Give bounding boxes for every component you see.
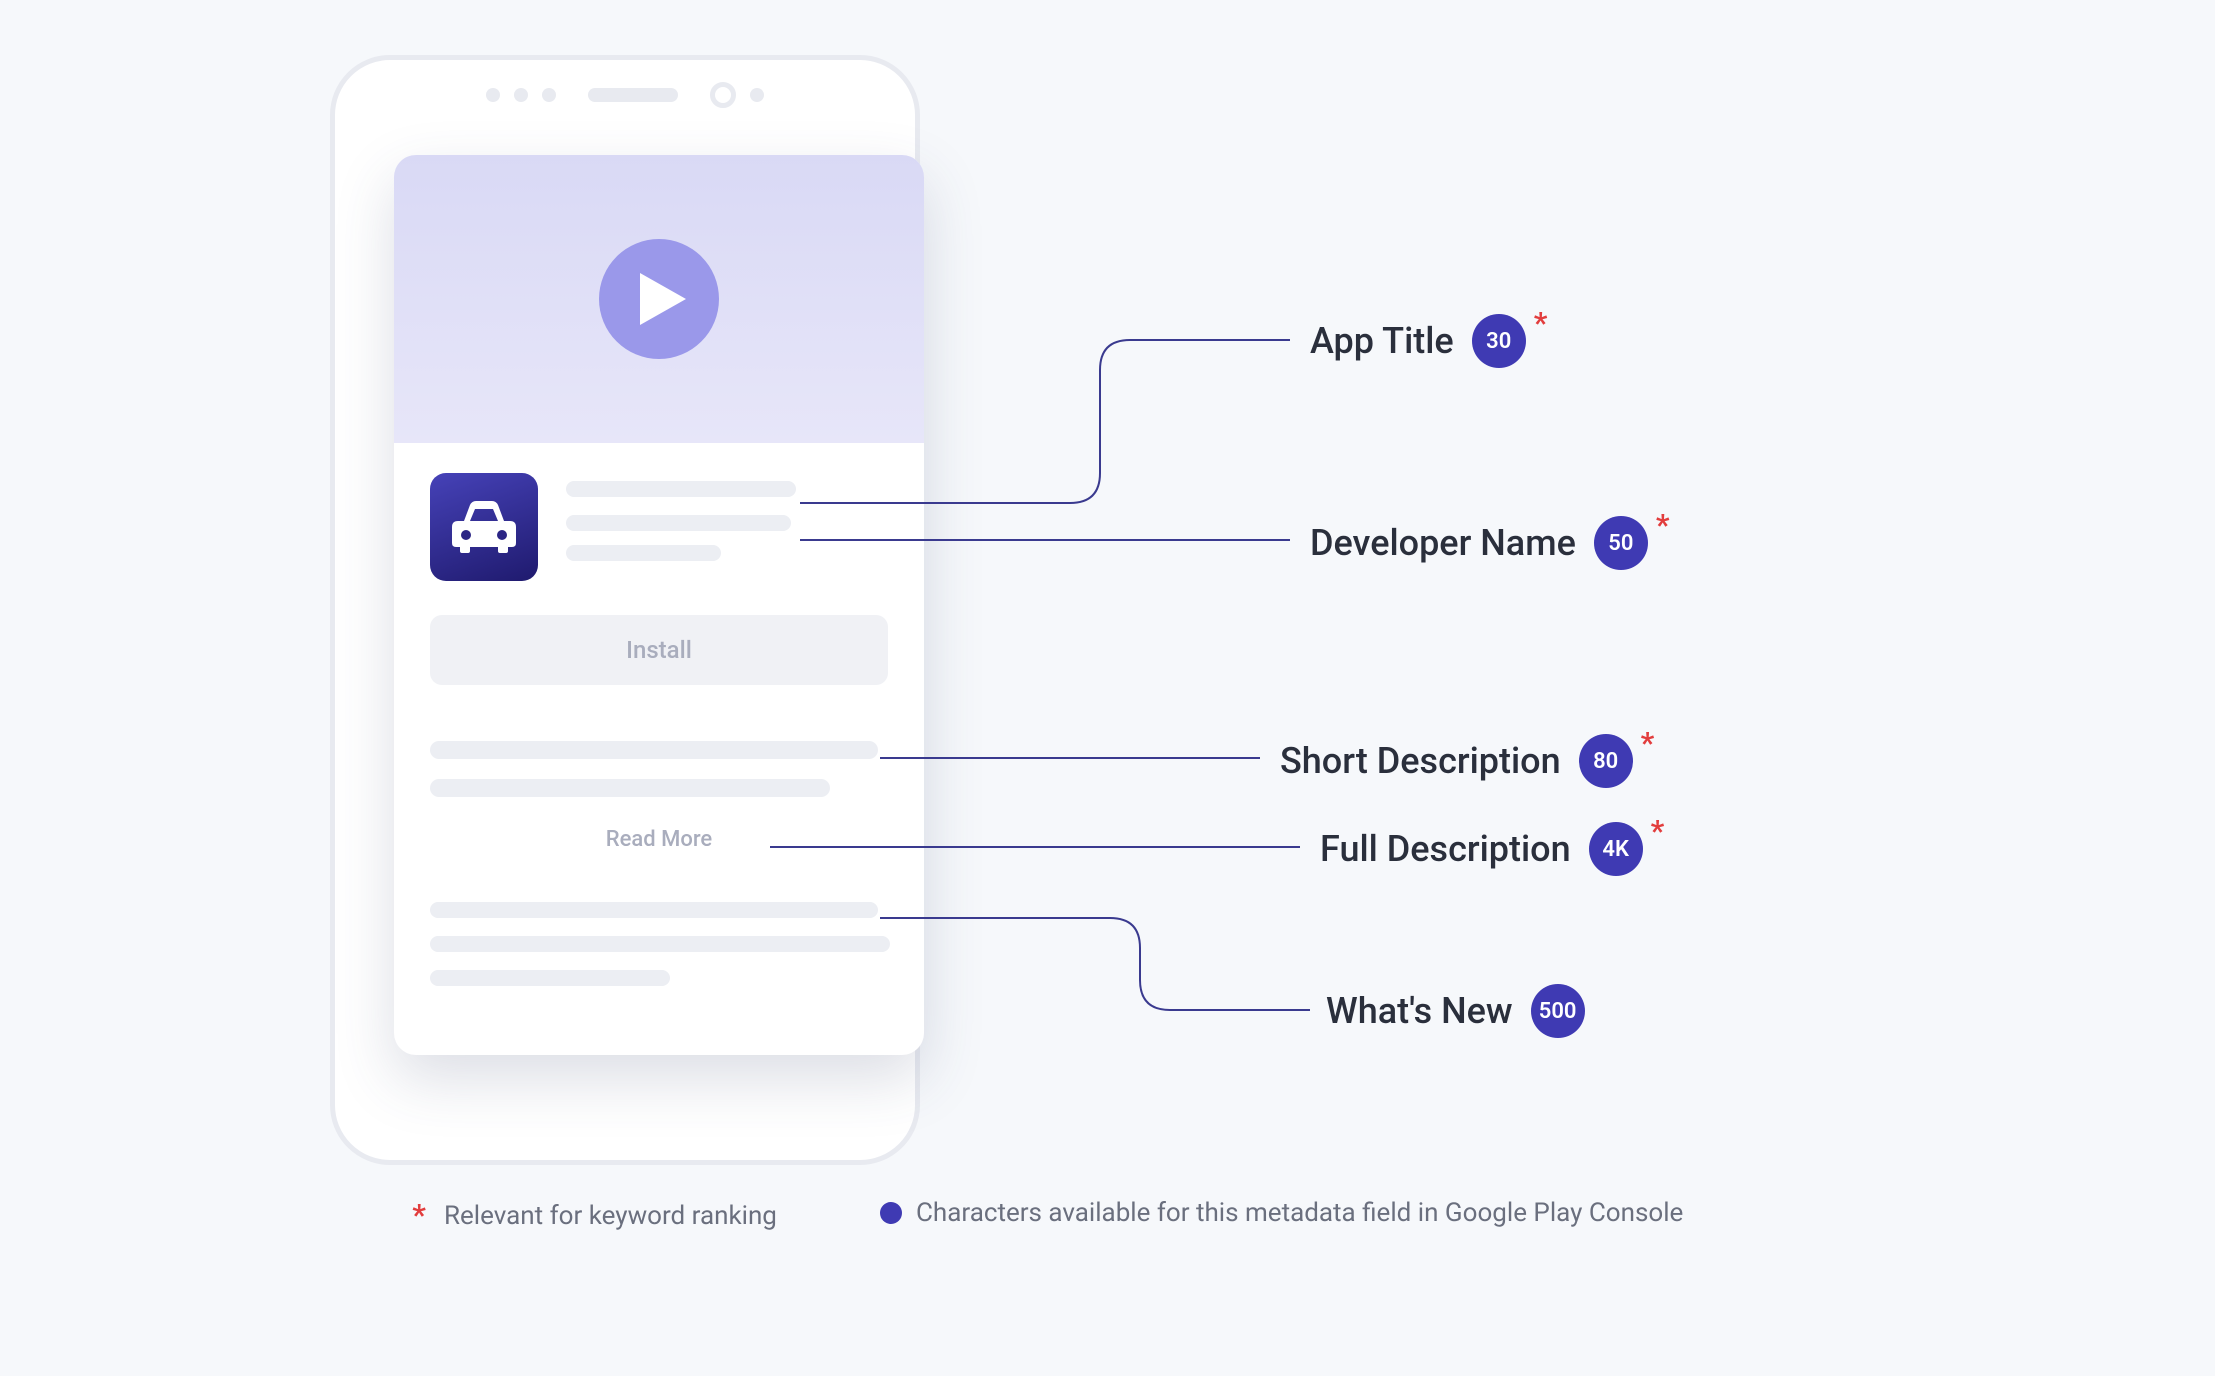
app-meta-column bbox=[566, 473, 888, 561]
short-description-block bbox=[430, 741, 888, 797]
whats-new-line bbox=[430, 936, 890, 952]
camera-icon bbox=[710, 82, 736, 108]
app-store-screen: Install Read More bbox=[394, 155, 924, 1055]
read-more-label: Read More bbox=[606, 827, 712, 852]
dot-icon bbox=[880, 1202, 902, 1224]
label-short-description: Short Description 80 * bbox=[1280, 734, 1654, 788]
label-app-title: App Title 30 * bbox=[1310, 314, 1547, 368]
meta-placeholder bbox=[566, 545, 721, 561]
label-text: What's New bbox=[1326, 990, 1513, 1032]
asterisk-icon: * bbox=[1656, 508, 1670, 543]
play-icon bbox=[599, 239, 719, 359]
whats-new-line bbox=[430, 970, 670, 986]
label-whats-new: What's New 500 bbox=[1326, 984, 1585, 1038]
whats-new-block bbox=[430, 902, 888, 986]
sensor-dot bbox=[486, 88, 500, 102]
whats-new-line bbox=[430, 902, 878, 918]
char-count-badge: 30 bbox=[1472, 314, 1526, 368]
asterisk-icon: * bbox=[1534, 306, 1548, 341]
short-desc-line bbox=[430, 779, 830, 797]
label-developer-name: Developer Name 50 * bbox=[1310, 516, 1669, 570]
sensor-dot bbox=[750, 88, 764, 102]
char-count-badge: 4K bbox=[1589, 822, 1643, 876]
short-desc-line bbox=[430, 741, 878, 759]
phone-top-sensors bbox=[486, 82, 764, 108]
label-text: App Title bbox=[1310, 320, 1454, 362]
app-icon bbox=[430, 473, 538, 581]
install-button: Install bbox=[430, 615, 888, 685]
label-full-description: Full Description 4K * bbox=[1320, 822, 1664, 876]
asterisk-icon: * bbox=[408, 1198, 430, 1233]
read-more-link: Read More bbox=[430, 827, 888, 852]
sensor-dot bbox=[514, 88, 528, 102]
install-label: Install bbox=[626, 636, 692, 664]
legend-text: Relevant for keyword ranking bbox=[444, 1201, 777, 1231]
legend-ranked: * Relevant for keyword ranking bbox=[408, 1198, 777, 1233]
developer-name-placeholder bbox=[566, 515, 791, 531]
char-count-badge: 50 bbox=[1594, 516, 1648, 570]
label-text: Full Description bbox=[1320, 828, 1571, 870]
legend-text: Characters available for this metadata f… bbox=[916, 1198, 1683, 1228]
app-title-placeholder bbox=[566, 481, 796, 497]
label-text: Short Description bbox=[1280, 740, 1561, 782]
phone-speaker bbox=[588, 88, 678, 102]
asterisk-icon: * bbox=[1651, 814, 1665, 849]
app-header-row bbox=[430, 473, 888, 581]
label-text: Developer Name bbox=[1310, 522, 1576, 564]
legend-count: Characters available for this metadata f… bbox=[880, 1198, 1683, 1228]
sensor-dot bbox=[542, 88, 556, 102]
char-count-badge: 500 bbox=[1531, 984, 1585, 1038]
char-count-badge: 80 bbox=[1579, 734, 1633, 788]
hero-video bbox=[394, 155, 924, 443]
screen-body: Install Read More bbox=[394, 443, 924, 986]
asterisk-icon: * bbox=[1641, 726, 1655, 761]
